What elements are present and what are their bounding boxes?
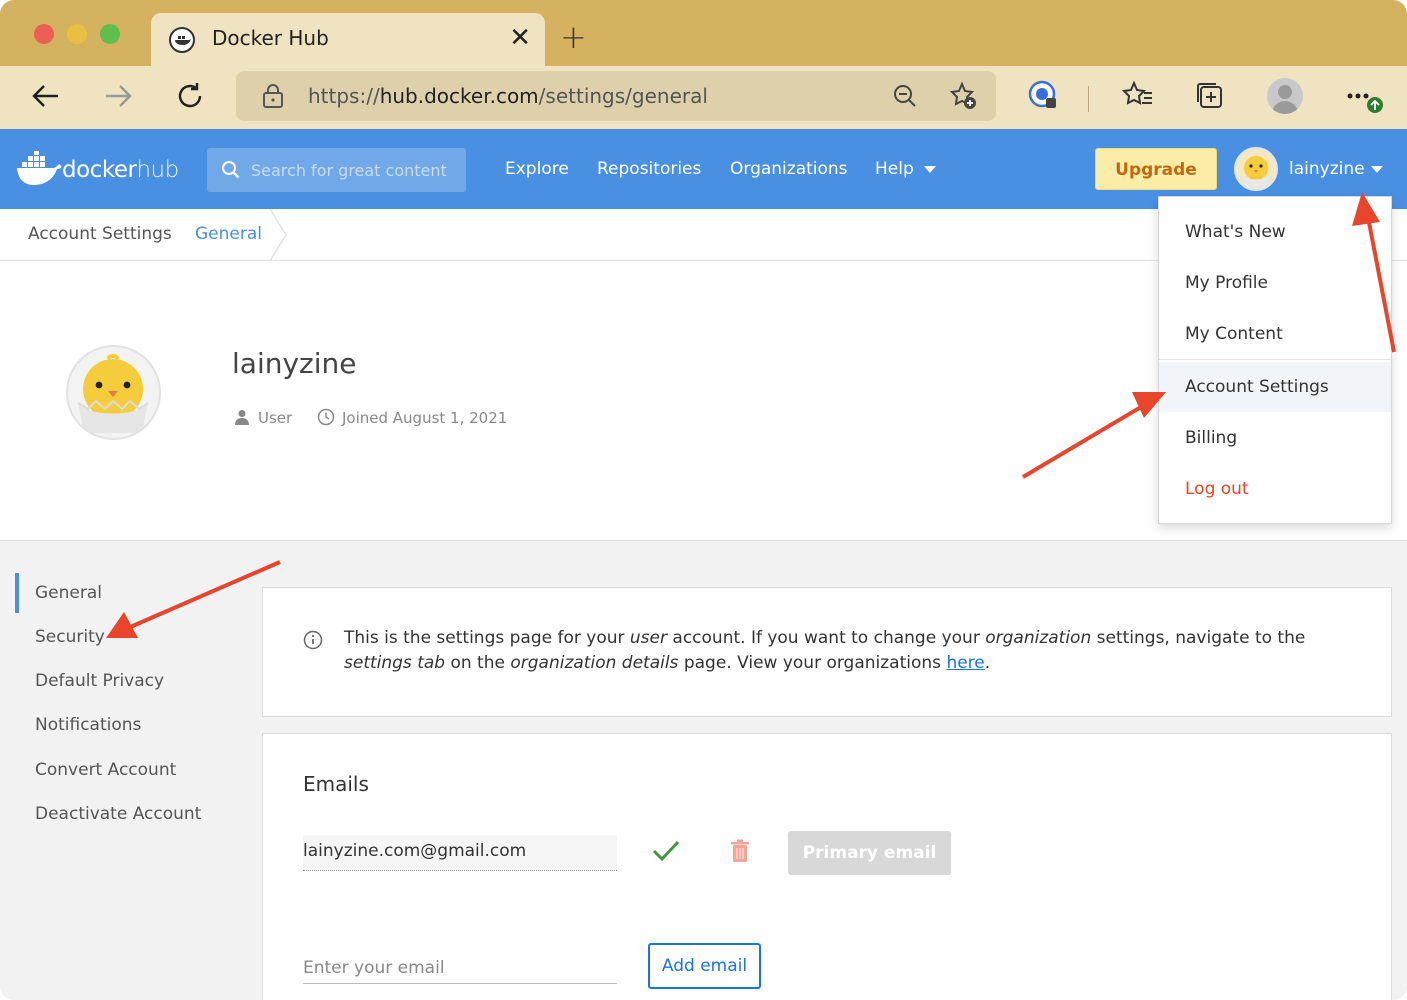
- browser-tab-docker-hub[interactable]: Docker Hub ✕: [151, 13, 545, 66]
- back-arrow-icon[interactable]: [30, 80, 62, 112]
- nav-organizations[interactable]: Organizations: [730, 159, 848, 179]
- password-manager-icon[interactable]: [1028, 80, 1058, 112]
- profile-username: lainyzine: [232, 347, 357, 380]
- breadcrumb-account-settings[interactable]: Account Settings: [28, 224, 172, 244]
- more-options-icon[interactable]: [1346, 86, 1388, 116]
- search-icon: [222, 161, 240, 179]
- existing-email-field: lainyzine.com@gmail.com: [303, 835, 617, 871]
- logo-docker-text: docker: [62, 157, 137, 183]
- logo-hub-text: hub: [136, 157, 179, 183]
- favorites-icon[interactable]: [1122, 80, 1154, 110]
- add-favorite-icon[interactable]: [948, 81, 978, 111]
- sidebar-item-security[interactable]: Security: [35, 627, 105, 647]
- toolbar-divider: [1088, 86, 1089, 112]
- primary-email-button[interactable]: Primary email: [788, 831, 951, 875]
- nav-repositories[interactable]: Repositories: [597, 159, 701, 179]
- info-italic-user: user: [629, 628, 667, 648]
- forward-arrow-icon[interactable]: [102, 80, 134, 112]
- url-scheme: https://: [308, 84, 380, 108]
- profile-joined-date: Joined August 1, 2021: [342, 409, 508, 427]
- verified-check-icon: [652, 840, 680, 862]
- docker-hub-wordmark[interactable]: dockerhub: [62, 157, 179, 183]
- collections-icon[interactable]: [1194, 80, 1226, 112]
- browser-toolbar: https://hub.docker.com/settings/general: [0, 66, 1407, 129]
- sidebar-active-indicator: [15, 573, 19, 613]
- maximize-window-button[interactable]: [100, 24, 120, 44]
- info-message: This is the settings page for your user …: [344, 626, 1364, 676]
- url-path: /settings/general: [538, 84, 708, 108]
- emails-card: Emails lainyzine.com@gmail.com Primary e…: [262, 733, 1392, 1000]
- info-italic-organization-details: organization details: [510, 653, 679, 673]
- close-tab-icon[interactable]: ✕: [509, 23, 531, 53]
- emails-heading: Emails: [303, 772, 369, 796]
- nav-help[interactable]: Help: [875, 159, 914, 179]
- info-text-4: on the: [445, 653, 511, 673]
- lock-icon[interactable]: [262, 83, 284, 109]
- nav-explore[interactable]: Explore: [505, 159, 569, 179]
- zoom-out-icon[interactable]: [892, 83, 918, 109]
- sidebar-item-notifications[interactable]: Notifications: [35, 715, 141, 735]
- clock-icon: [317, 408, 335, 426]
- user-menu-caret-down-icon[interactable]: [1371, 166, 1383, 173]
- settings-sidebar: General Security Default Privacy Notific…: [0, 542, 262, 1000]
- minimize-window-button[interactable]: [67, 24, 87, 44]
- help-caret-down-icon[interactable]: [924, 166, 936, 173]
- new-email-input[interactable]: [303, 952, 617, 984]
- info-icon: [303, 630, 323, 650]
- tab-title: Docker Hub: [212, 26, 329, 50]
- profile-role: User: [258, 409, 293, 427]
- info-text-2: account. If you want to change your: [667, 628, 986, 648]
- info-text-3: settings, navigate to the: [1091, 628, 1306, 648]
- tab-strip: Docker Hub ✕ +: [0, 0, 1407, 66]
- menu-item-billing[interactable]: Billing: [1159, 413, 1391, 463]
- sidebar-item-general[interactable]: General: [35, 583, 102, 603]
- menu-item-account-settings[interactable]: Account Settings: [1159, 362, 1391, 412]
- sidebar-item-default-privacy[interactable]: Default Privacy: [35, 671, 164, 691]
- close-window-button[interactable]: [34, 24, 54, 44]
- sidebar-item-deactivate-account[interactable]: Deactivate Account: [35, 804, 201, 824]
- menu-item-whats-new[interactable]: What's New: [1159, 207, 1391, 257]
- user-dropdown-menu: What's New My Profile My Content Account…: [1158, 196, 1392, 524]
- new-tab-icon[interactable]: +: [560, 18, 587, 56]
- menu-item-my-content[interactable]: My Content: [1159, 309, 1391, 359]
- search-box[interactable]: [207, 148, 466, 192]
- address-bar[interactable]: https://hub.docker.com/settings/general: [236, 71, 996, 121]
- breadcrumb-general[interactable]: General: [195, 224, 262, 244]
- info-italic-organization: organization: [985, 628, 1092, 648]
- delete-email-trash-icon[interactable]: [730, 839, 750, 863]
- reload-icon[interactable]: [174, 80, 206, 112]
- url-text[interactable]: https://hub.docker.com/settings/general: [308, 84, 708, 108]
- menu-divider: [1159, 359, 1391, 360]
- info-card: This is the settings page for your user …: [262, 587, 1392, 717]
- sidebar-item-convert-account[interactable]: Convert Account: [35, 760, 176, 780]
- docker-whale-logo-icon[interactable]: [16, 151, 62, 187]
- url-host: hub.docker.com: [379, 84, 539, 108]
- menu-item-log-out[interactable]: Log out: [1159, 464, 1391, 514]
- info-text-6: .: [984, 653, 991, 673]
- info-text-5: page. View your organizations: [678, 653, 947, 673]
- profile-avatar: [66, 345, 161, 440]
- nav-username[interactable]: lainyzine: [1289, 159, 1365, 179]
- browser-profile-avatar[interactable]: [1267, 78, 1303, 114]
- info-text-1: This is the settings page for your: [344, 628, 630, 648]
- user-icon: [235, 410, 249, 425]
- info-italic-settings-tab: settings tab: [344, 653, 446, 673]
- user-avatar[interactable]: [1234, 147, 1278, 191]
- add-email-button[interactable]: Add email: [648, 943, 761, 989]
- search-input[interactable]: [251, 156, 461, 184]
- organizations-here-link[interactable]: here: [946, 653, 984, 673]
- docker-favicon-icon: [169, 27, 195, 53]
- upgrade-button[interactable]: Upgrade: [1095, 148, 1217, 190]
- breadcrumb-chevron-icon: [269, 209, 287, 261]
- menu-item-my-profile[interactable]: My Profile: [1159, 258, 1391, 308]
- browser-window: Docker Hub ✕ + https://hub.docker.com/se…: [0, 0, 1407, 1000]
